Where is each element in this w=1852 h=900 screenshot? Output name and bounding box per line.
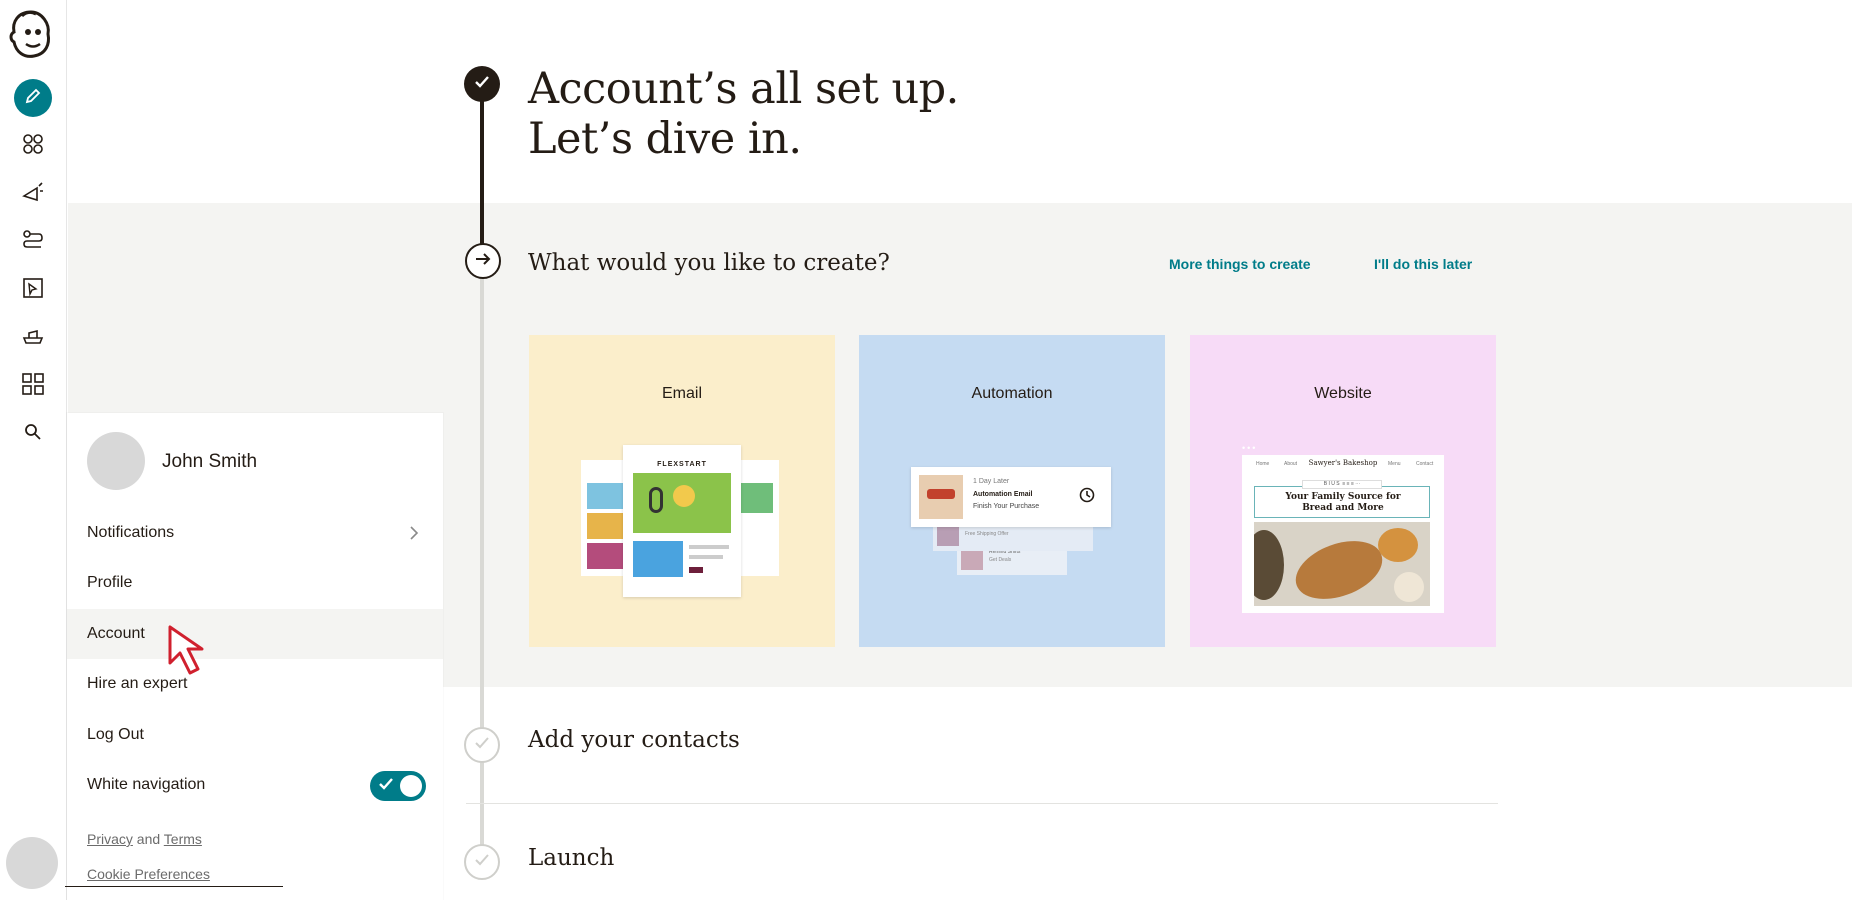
terms-link[interactable]: Terms bbox=[164, 831, 202, 847]
menu-item-label: Log Out bbox=[87, 726, 144, 743]
audience-nav-button[interactable] bbox=[14, 127, 52, 165]
create-step-title: What would you like to create? bbox=[528, 250, 890, 276]
website-hero-line-2: Bread and More bbox=[1302, 503, 1384, 513]
website-preview-illustration: ••• Home About Sawyer's Bakeshop Menu Co… bbox=[1242, 443, 1444, 613]
email-preview-brand: FLEXSTART bbox=[657, 461, 707, 468]
page-title-line-1: Account’s all set up. bbox=[528, 64, 959, 114]
megaphone-icon bbox=[21, 180, 45, 209]
user-avatar bbox=[87, 432, 145, 490]
user-name: John Smith bbox=[162, 451, 258, 472]
email-card-label: Email bbox=[661, 385, 702, 402]
menu-item-label: Profile bbox=[87, 574, 133, 591]
cookie-preferences-link[interactable]: Cookie Preferences bbox=[87, 866, 210, 882]
automation-row2-sub: Free Shipping Offer bbox=[965, 531, 1009, 537]
pencil-icon bbox=[24, 87, 42, 110]
page-title: Account’s all set up. Let’s dive in. bbox=[528, 64, 959, 164]
website-nav-contact: Contact bbox=[1416, 461, 1434, 467]
chevron-right-icon bbox=[409, 525, 419, 546]
page-title-line-2: Let’s dive in. bbox=[528, 114, 802, 164]
timeline-line bbox=[480, 264, 484, 864]
automation-email-subtitle: Finish Your Purchase bbox=[973, 503, 1040, 510]
website-hero-line-1: Your Family Source for bbox=[1285, 492, 1401, 502]
checkmark-icon bbox=[474, 736, 490, 755]
account-menu: John Smith Notifications Profile Account… bbox=[65, 413, 443, 900]
menu-item-label: Notifications bbox=[87, 524, 175, 541]
menu-item-notifications[interactable]: Notifications bbox=[67, 508, 443, 558]
checkmark-icon bbox=[474, 75, 490, 94]
automations-nav-button[interactable] bbox=[14, 223, 52, 261]
clock-icon bbox=[1079, 487, 1095, 508]
menu-item-label: Account bbox=[87, 625, 145, 642]
step-complete-indicator bbox=[464, 66, 500, 102]
step-current-indicator bbox=[465, 243, 501, 279]
email-preview-illustration: FLEXSTART bbox=[581, 445, 781, 597]
automation-preview-illustration: Remind Shirts Get Deals Automation Email… bbox=[911, 467, 1111, 579]
menu-item-profile[interactable]: Profile bbox=[67, 558, 443, 608]
automation-email-title: Automation Email bbox=[973, 491, 1033, 498]
step-divider bbox=[466, 803, 1498, 804]
automation-icon bbox=[21, 228, 45, 257]
legal-and-text: and bbox=[136, 831, 161, 847]
launch-step-title[interactable]: Launch bbox=[528, 845, 614, 871]
search-icon bbox=[24, 423, 42, 446]
website-nav-menu: Menu bbox=[1388, 461, 1401, 467]
website-card-label: Website bbox=[1314, 385, 1372, 402]
search-nav-button[interactable] bbox=[14, 415, 52, 453]
left-rail bbox=[0, 0, 67, 900]
checkmark-icon bbox=[474, 853, 490, 872]
integrations-icon bbox=[21, 324, 45, 353]
campaigns-nav-button[interactable] bbox=[14, 175, 52, 213]
checkmark-icon bbox=[378, 777, 394, 796]
website-site-name: Sawyer's Bakeshop bbox=[1308, 459, 1378, 467]
menu-item-hire-an-expert[interactable]: Hire an expert bbox=[67, 659, 443, 709]
website-nav-button[interactable] bbox=[14, 271, 52, 309]
toggle-knob bbox=[400, 775, 422, 797]
step-contacts-indicator bbox=[464, 727, 500, 763]
website-icon bbox=[21, 276, 45, 305]
more-things-to-create-link[interactable]: More things to create bbox=[1169, 256, 1311, 272]
arrow-right-icon bbox=[474, 252, 492, 271]
menu-bottom-rule bbox=[65, 886, 283, 887]
audience-icon bbox=[21, 132, 45, 161]
legal-links: Privacy and Terms bbox=[87, 831, 202, 847]
automation-card-label: Automation bbox=[971, 385, 1053, 402]
automation-card[interactable]: Automation Remind Shirts Get Deals Autom… bbox=[859, 335, 1165, 647]
integrations-nav-button[interactable] bbox=[14, 319, 52, 357]
mailchimp-logo-icon[interactable] bbox=[8, 8, 58, 62]
menu-item-label: White navigation bbox=[87, 776, 206, 793]
apps-grid-icon bbox=[22, 372, 44, 400]
automation-delay: 1 Day Later bbox=[973, 478, 1010, 485]
automation-row3-sub: Get Deals bbox=[989, 557, 1012, 563]
account-avatar-button[interactable] bbox=[6, 837, 58, 889]
apps-nav-button[interactable] bbox=[14, 367, 52, 405]
menu-item-log-out[interactable]: Log Out bbox=[67, 710, 443, 760]
mouse-cursor-icon bbox=[168, 625, 220, 682]
cookie-preferences-wrap: Cookie Preferences bbox=[87, 866, 210, 882]
add-contacts-step-title[interactable]: Add your contacts bbox=[528, 727, 740, 753]
white-navigation-toggle[interactable] bbox=[370, 771, 426, 801]
privacy-link[interactable]: Privacy bbox=[87, 831, 133, 847]
website-card[interactable]: Website ••• Home About Sawyer's Bakeshop… bbox=[1190, 335, 1496, 647]
menu-item-account[interactable]: Account bbox=[67, 609, 443, 659]
create-nav-button[interactable] bbox=[14, 79, 52, 117]
do-this-later-link[interactable]: I'll do this later bbox=[1374, 256, 1472, 272]
email-card[interactable]: Email FLEXSTART bbox=[529, 335, 835, 647]
step-launch-indicator bbox=[464, 844, 500, 880]
timeline-progress-line bbox=[480, 84, 484, 264]
